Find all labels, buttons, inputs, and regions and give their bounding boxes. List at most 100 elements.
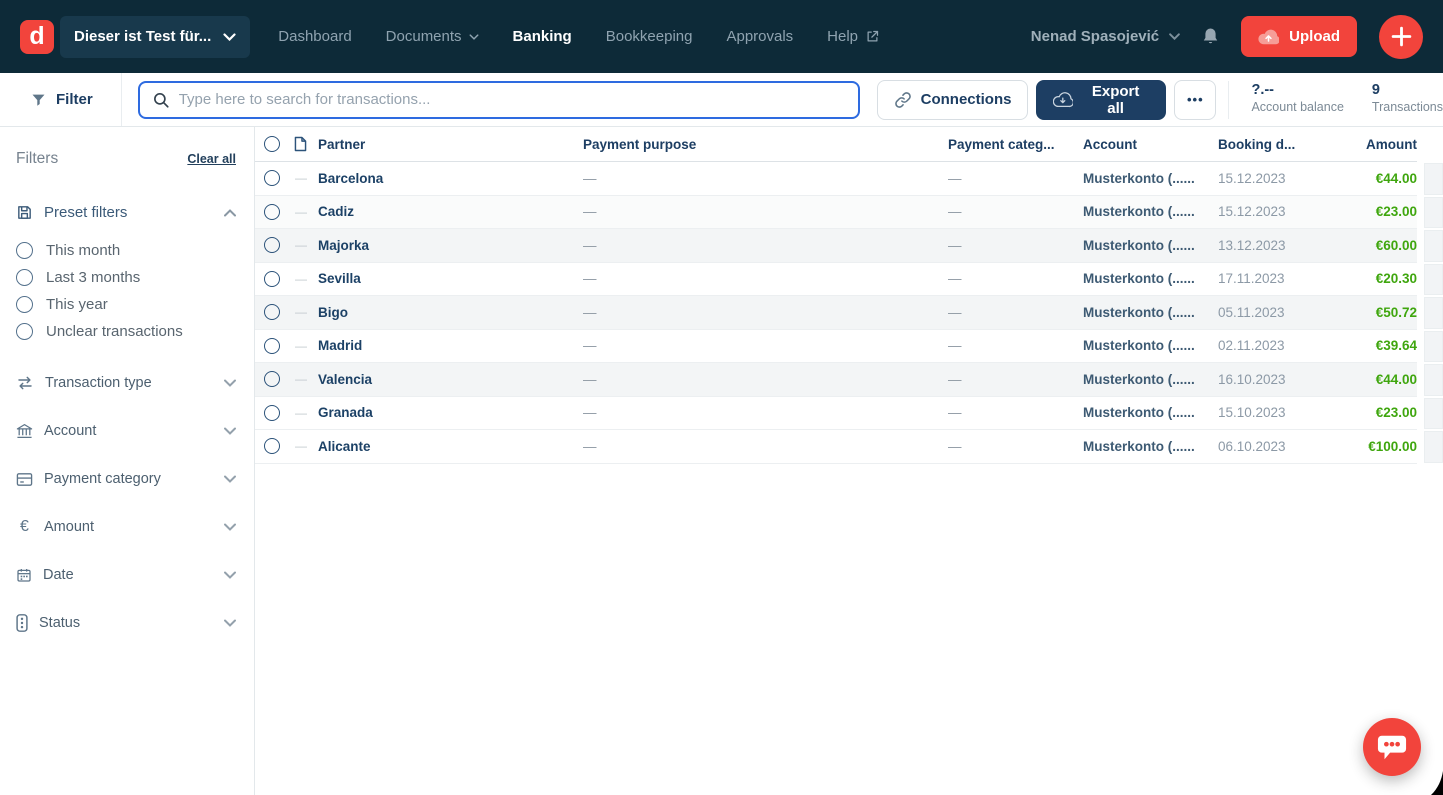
nav-help[interactable]: Help bbox=[827, 28, 880, 45]
row-payment-purpose: — bbox=[583, 405, 948, 420]
sidebar-section-status[interactable]: Status bbox=[16, 613, 236, 633]
ellipsis-icon: ••• bbox=[1187, 92, 1204, 107]
row-payment-category: — bbox=[948, 271, 1083, 286]
row-select-circle[interactable] bbox=[264, 271, 280, 287]
table-row[interactable]: — Sevilla — — Musterkonto (...... 17.11.… bbox=[255, 263, 1417, 297]
sidebar-section-date[interactable]: Date bbox=[16, 565, 236, 585]
connections-button[interactable]: Connections bbox=[877, 80, 1029, 120]
transactions-table: Partner Payment purpose Payment categ...… bbox=[255, 127, 1443, 795]
external-link-icon bbox=[865, 29, 880, 44]
cloud-upload-icon bbox=[1258, 29, 1279, 45]
chevron-down-icon bbox=[223, 33, 236, 41]
row-amount: €20.30 bbox=[1313, 271, 1417, 286]
table-row[interactable]: — Valencia — — Musterkonto (...... 16.10… bbox=[255, 363, 1417, 397]
table-row[interactable]: — Majorka — — Musterkonto (...... 13.12.… bbox=[255, 229, 1417, 263]
table-row[interactable]: — Bigo — — Musterkonto (...... 05.11.202… bbox=[255, 296, 1417, 330]
account-balance-stat: ?.-- Account balance bbox=[1251, 81, 1343, 115]
table-row[interactable]: — Cadiz — — Musterkonto (...... 15.12.20… bbox=[255, 196, 1417, 230]
row-account: Musterkonto (...... bbox=[1083, 439, 1218, 454]
row-account: Musterkonto (...... bbox=[1083, 204, 1218, 219]
row-select-circle[interactable] bbox=[264, 405, 280, 421]
clear-all-link[interactable]: Clear all bbox=[187, 152, 236, 166]
row-partner: Madrid bbox=[315, 338, 583, 353]
row-booking-date: 13.12.2023 bbox=[1218, 238, 1313, 253]
header-booking-date[interactable]: Booking d... bbox=[1218, 137, 1313, 152]
chevron-down-icon bbox=[224, 379, 236, 387]
domonda-logo[interactable]: d bbox=[20, 20, 54, 54]
more-actions-button[interactable]: ••• bbox=[1174, 80, 1216, 120]
filter-button[interactable]: Filter bbox=[0, 73, 122, 126]
header-payment-purpose[interactable]: Payment purpose bbox=[583, 137, 948, 152]
nav-bookkeeping[interactable]: Bookkeeping bbox=[606, 28, 693, 45]
plus-icon bbox=[1390, 25, 1413, 48]
row-select-circle[interactable] bbox=[264, 338, 280, 354]
radio-icon bbox=[16, 242, 33, 259]
preset-filter-option[interactable]: This year bbox=[16, 291, 236, 318]
preset-filters-section[interactable]: Preset filters bbox=[16, 204, 236, 221]
row-partner: Barcelona bbox=[315, 171, 583, 186]
user-menu[interactable]: Nenad Spasojević bbox=[1031, 28, 1180, 45]
preset-filter-option[interactable]: This month bbox=[16, 237, 236, 264]
sidebar-section-amount[interactable]: € Amount bbox=[16, 517, 236, 537]
header-partner[interactable]: Partner bbox=[315, 137, 583, 152]
account-balance-label: Account balance bbox=[1251, 99, 1343, 115]
row-amount: €44.00 bbox=[1313, 171, 1417, 186]
chat-bubble-button[interactable] bbox=[1363, 718, 1421, 776]
row-account: Musterkonto (...... bbox=[1083, 171, 1218, 186]
nav-banking[interactable]: Banking bbox=[513, 28, 572, 45]
account-balance-value: ?.-- bbox=[1251, 81, 1343, 99]
header-account[interactable]: Account bbox=[1083, 137, 1218, 152]
speech-bubble-icon bbox=[1376, 732, 1408, 762]
row-partner: Cadiz bbox=[315, 204, 583, 219]
table-row[interactable]: — Granada — — Musterkonto (...... 15.10.… bbox=[255, 397, 1417, 431]
row-partner: Majorka bbox=[315, 238, 583, 253]
nav-documents[interactable]: Documents bbox=[386, 28, 479, 45]
table-row[interactable]: — Alicante — — Musterkonto (...... 06.10… bbox=[255, 430, 1417, 464]
transactions-stat: 9 Transactions bbox=[1372, 81, 1443, 115]
notifications-bell-icon[interactable] bbox=[1200, 25, 1221, 49]
table-row[interactable]: — Madrid — — Musterkonto (...... 02.11.2… bbox=[255, 330, 1417, 364]
preset-filter-option[interactable]: Last 3 months bbox=[16, 264, 236, 291]
chain-link-icon bbox=[894, 91, 912, 109]
row-payment-purpose: — bbox=[583, 204, 948, 219]
header-amount[interactable]: Amount bbox=[1313, 137, 1417, 152]
row-payment-purpose: — bbox=[583, 439, 948, 454]
row-select-circle[interactable] bbox=[264, 170, 280, 186]
add-button[interactable] bbox=[1379, 15, 1423, 59]
row-payment-purpose: — bbox=[583, 338, 948, 353]
row-payment-category: — bbox=[948, 439, 1083, 454]
row-select-circle[interactable] bbox=[264, 304, 280, 320]
sidebar-section-payment-category[interactable]: Payment category bbox=[16, 469, 236, 489]
row-booking-date: 02.11.2023 bbox=[1218, 338, 1313, 353]
row-booking-date: 06.10.2023 bbox=[1218, 439, 1313, 454]
row-select-circle[interactable] bbox=[264, 371, 280, 387]
row-booking-date: 05.11.2023 bbox=[1218, 305, 1313, 320]
row-booking-date: 15.12.2023 bbox=[1218, 171, 1313, 186]
nav-dashboard[interactable]: Dashboard bbox=[278, 28, 351, 45]
header-payment-category[interactable]: Payment categ... bbox=[948, 137, 1083, 152]
table-header-row: Partner Payment purpose Payment categ...… bbox=[255, 127, 1417, 162]
row-select-circle[interactable] bbox=[264, 438, 280, 454]
row-payment-category: — bbox=[948, 204, 1083, 219]
traffic-light-icon bbox=[16, 614, 28, 632]
row-amount: €44.00 bbox=[1313, 372, 1417, 387]
preset-filter-option[interactable]: Unclear transactions bbox=[16, 318, 236, 345]
sidebar-section-transaction-type[interactable]: Transaction type bbox=[16, 373, 236, 393]
floppy-disk-icon bbox=[16, 204, 33, 221]
company-selector[interactable]: Dieser ist Test für... bbox=[60, 16, 250, 58]
toolbar: Filter Connections Export all ••• ?.-- A… bbox=[0, 73, 1443, 127]
row-select-circle[interactable] bbox=[264, 237, 280, 253]
chevron-down-icon bbox=[224, 523, 236, 531]
row-document-cell: — bbox=[289, 205, 315, 219]
sidebar-section-account[interactable]: Account bbox=[16, 421, 236, 441]
export-all-button[interactable]: Export all bbox=[1036, 80, 1166, 120]
nav-approvals[interactable]: Approvals bbox=[726, 28, 793, 45]
select-all-circle[interactable] bbox=[264, 136, 280, 152]
logo-letter: d bbox=[29, 22, 44, 51]
search-input[interactable] bbox=[179, 91, 846, 108]
row-payment-category: — bbox=[948, 405, 1083, 420]
table-row[interactable]: — Barcelona — — Musterkonto (...... 15.1… bbox=[255, 162, 1417, 196]
row-select-circle[interactable] bbox=[264, 204, 280, 220]
table-body: — Barcelona — — Musterkonto (...... 15.1… bbox=[255, 162, 1443, 464]
upload-button[interactable]: Upload bbox=[1241, 16, 1357, 57]
